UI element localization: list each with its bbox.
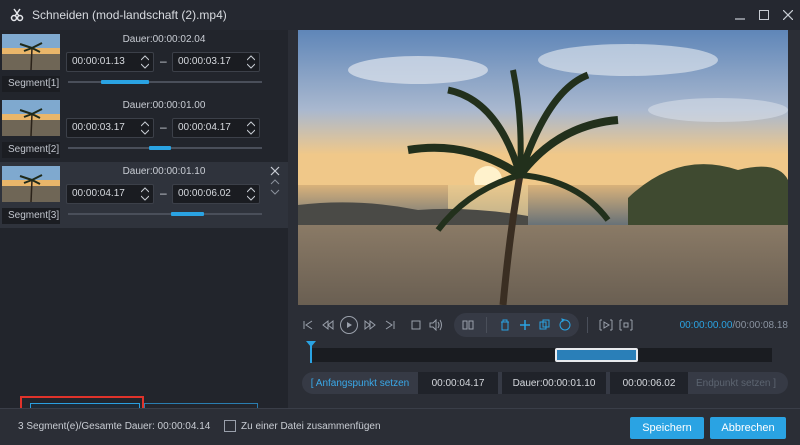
segment-start-field[interactable]: 00:00:04.17 [66, 184, 154, 204]
minimize-icon[interactable] [728, 0, 752, 30]
spinner-icon[interactable] [141, 54, 149, 70]
spinner-icon[interactable] [247, 54, 255, 70]
duration-field: Dauer:00:00:01.10 [502, 372, 606, 394]
divider [486, 317, 487, 333]
segment-end-value: 00:00:06.02 [178, 188, 231, 199]
current-time: 00:00:00.00 [679, 319, 733, 331]
reset-icon[interactable] [555, 315, 575, 335]
segment-range-track [68, 212, 262, 216]
video-frame [298, 30, 788, 305]
divider [587, 317, 588, 333]
segment-duration: Dauer:00:00:01.10 [122, 166, 206, 177]
move-down-icon[interactable] [268, 188, 282, 198]
segment-range-fill [149, 146, 171, 150]
player-controls: 00:00:00.00/00:00:08.18 [298, 312, 788, 338]
spinner-icon[interactable] [141, 120, 149, 136]
segment-start-value: 00:00:03.17 [72, 122, 125, 133]
segment-label: Segment[2] [2, 142, 60, 158]
mark-out-icon[interactable] [616, 315, 636, 335]
segment-end-field[interactable]: 00:00:06.02 [172, 184, 260, 204]
segment-list: Segment[1] Dauer:00:00:02.04 00:00:01.13… [0, 30, 288, 432]
title-bar: Schneiden (mod-landschaft (2).mp4) [0, 0, 800, 30]
segment-controls [268, 166, 282, 198]
total-time: /00:00:08.18 [732, 319, 788, 331]
mark-in-icon[interactable] [596, 315, 616, 335]
segment-thumbnail [2, 166, 60, 202]
segment-summary: 3 Segment(e)/Gesamte Dauer: 00:00:04.14 [18, 421, 211, 432]
segment-start-field[interactable]: 00:00:03.17 [66, 118, 154, 138]
segment-item[interactable]: Segment[2] Dauer:00:00:01.00 00:00:03.17… [0, 96, 288, 162]
segment-end-field[interactable]: 00:00:03.17 [172, 52, 260, 72]
range-dash: – [160, 186, 167, 200]
segment-thumbnail [2, 100, 60, 136]
set-start-button[interactable]: [ Anfangspunkt setzen [302, 372, 418, 394]
video-preview[interactable] [298, 30, 788, 305]
add-icon[interactable] [515, 315, 535, 335]
set-points-bar: [ Anfangspunkt setzen 00:00:04.17 Dauer:… [302, 372, 788, 394]
delete-segment-icon[interactable] [268, 166, 282, 178]
merge-option[interactable]: Zu einer Datei zusammenfügen [224, 420, 381, 432]
segment-label: Segment[3] [2, 208, 60, 224]
skip-end-icon[interactable] [380, 315, 400, 335]
segment-range-fill [170, 212, 204, 216]
delete-icon[interactable] [495, 315, 515, 335]
segment-start-field[interactable]: 00:00:01.13 [66, 52, 154, 72]
segment-range-track [68, 146, 262, 150]
merge-checkbox[interactable] [224, 420, 236, 432]
merge-label: Zu einer Datei zusammenfügen [241, 420, 381, 432]
segment-duration: Dauer:00:00:02.04 [122, 34, 206, 45]
segment-end-value: 00:00:03.17 [178, 56, 231, 67]
step-back-icon[interactable] [318, 315, 338, 335]
time-readout: 00:00:00.00/00:00:08.18 [680, 320, 788, 331]
start-time-field[interactable]: 00:00:04.17 [418, 372, 498, 394]
stop-icon[interactable] [406, 315, 426, 335]
bottom-bar: 3 Segment(e)/Gesamte Dauer: 00:00:04.14 … [0, 408, 800, 445]
segment-label: Segment[1] [2, 76, 60, 92]
segment-start-value: 00:00:04.17 [72, 188, 125, 199]
segment-end-value: 00:00:04.17 [178, 122, 231, 133]
step-forward-icon[interactable] [360, 315, 380, 335]
segment-range-track [68, 80, 262, 84]
cancel-button[interactable]: Abbrechen [710, 417, 786, 439]
move-up-icon[interactable] [268, 178, 282, 188]
cut-window: Schneiden (mod-landschaft (2).mp4) Segme… [0, 0, 800, 445]
volume-icon[interactable] [426, 315, 446, 335]
spinner-icon[interactable] [247, 186, 255, 202]
spinner-icon[interactable] [141, 186, 149, 202]
edit-tools [454, 313, 579, 337]
save-button[interactable]: Speichern [630, 417, 704, 439]
timeline-track[interactable] [306, 341, 772, 363]
split-icon[interactable] [458, 315, 478, 335]
window-title: Schneiden (mod-landschaft (2).mp4) [32, 8, 227, 22]
scissors-logo-icon [10, 8, 24, 22]
copy-icon[interactable] [535, 315, 555, 335]
preview-area: 00:00:00.00/00:00:08.18 [ Anfangspunkt s… [288, 30, 800, 408]
skip-start-icon[interactable] [298, 315, 318, 335]
segment-start-value: 00:00:01.13 [72, 56, 125, 67]
close-icon[interactable] [776, 0, 800, 30]
segment-end-field[interactable]: 00:00:04.17 [172, 118, 260, 138]
segment-thumbnail [2, 34, 60, 70]
spinner-icon[interactable] [247, 120, 255, 136]
segment-item[interactable]: Segment[3] Dauer:00:00:01.10 00:00:04.17… [0, 162, 288, 228]
range-dash: – [160, 54, 167, 68]
maximize-icon[interactable] [752, 0, 776, 30]
play-icon[interactable] [340, 316, 358, 334]
segment-item[interactable]: Segment[1] Dauer:00:00:02.04 00:00:01.13… [0, 30, 288, 96]
segment-range-fill [100, 80, 150, 84]
end-time-field[interactable]: 00:00:06.02 [610, 372, 688, 394]
set-end-button[interactable]: Endpunkt setzen ] [688, 372, 784, 394]
range-dash: – [160, 120, 167, 134]
segment-duration: Dauer:00:00:01.00 [122, 100, 206, 111]
playhead[interactable] [306, 341, 316, 363]
timeline-selection[interactable] [554, 348, 639, 362]
